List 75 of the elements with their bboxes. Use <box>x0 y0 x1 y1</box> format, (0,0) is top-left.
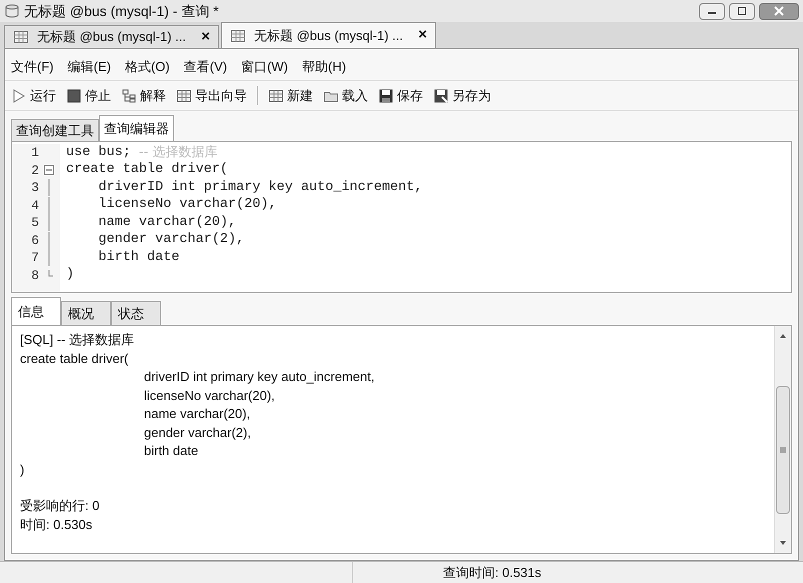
tab-label: 无标题 @bus (mysql-1) ... <box>37 28 186 46</box>
document-tab[interactable]: 无标题 @bus (mysql-1) ... × <box>4 25 219 48</box>
tab-close-button[interactable]: × <box>201 26 210 48</box>
toolbar-button[interactable]: 保存 <box>378 86 423 106</box>
maximize-button[interactable] <box>729 2 755 20</box>
menu-item[interactable]: 窗口(W) <box>241 56 288 76</box>
message-line: create table driver( <box>20 350 128 367</box>
maximize-icon <box>736 5 748 17</box>
minimize-icon <box>708 12 716 14</box>
menu-item[interactable]: 编辑(E) <box>68 56 111 76</box>
table-icon <box>230 28 246 44</box>
scrollbar-thumb[interactable] <box>776 386 790 514</box>
close-icon <box>773 5 785 17</box>
message-line: name varchar(20), <box>144 405 250 422</box>
line-number: 2 <box>30 162 40 180</box>
message-line: 时间: 0.530s <box>20 516 92 533</box>
editor-tab[interactable]: 查询创建工具 <box>11 119 99 141</box>
menu-item[interactable]: 文件(F) <box>11 56 54 76</box>
menu-item[interactable]: 格式(O) <box>124 56 170 76</box>
code-line: licenseNo varchar(20), <box>97 196 277 214</box>
result-tab[interactable]: 信息 <box>11 297 61 325</box>
code-line: gender varchar(2), <box>97 231 244 250</box>
message-line: driverID int primary key auto_increment, <box>144 368 374 386</box>
menu-item[interactable]: 帮助(H) <box>302 56 346 76</box>
message-line: licenseNo varchar(20), <box>144 386 275 404</box>
menu-item[interactable]: 查看(V) <box>184 56 228 76</box>
document-tab[interactable]: 无标题 @bus (mysql-1) ... × <box>221 22 436 48</box>
window-title: 无标题 @bus (mysql-1) - 查询 * <box>24 2 219 21</box>
code-line: use bus; <box>66 144 132 162</box>
code-line: birth date <box>97 248 180 267</box>
query-time: 查询时间: 0.531s <box>443 564 542 582</box>
toolbar-button[interactable]: 解释 <box>121 86 166 106</box>
minimize-button[interactable] <box>699 2 725 20</box>
toolbar-button[interactable]: 新建 <box>268 86 313 106</box>
result-tab[interactable]: 状态 <box>111 301 161 325</box>
fold-toggle-icon[interactable] <box>44 165 54 176</box>
line-number: 7 <box>30 249 40 267</box>
message-line: ) <box>20 460 24 478</box>
line-number: 4 <box>30 196 40 214</box>
message-line: 受影响的行: 0 <box>20 497 100 514</box>
scroll-down-icon[interactable] <box>779 539 787 547</box>
result-tab[interactable]: 概况 <box>61 301 111 325</box>
code-line: driverID int primary key auto_increment, <box>97 178 422 197</box>
play-icon <box>11 88 27 104</box>
toolbar-button[interactable]: 运行 <box>11 86 56 106</box>
table-icon <box>268 88 284 104</box>
table-icon <box>13 29 29 45</box>
line-number: 3 <box>30 179 40 197</box>
table-icon <box>176 88 192 104</box>
toolbar-button[interactable]: 停止 <box>66 86 111 106</box>
line-number: 1 <box>30 144 40 162</box>
scroll-up-icon[interactable] <box>779 332 787 340</box>
toolbar-button[interactable]: 另存为 <box>433 86 491 106</box>
code-line: name varchar(20), <box>97 214 236 232</box>
line-number: 8 <box>30 266 40 284</box>
line-number: 6 <box>30 232 40 250</box>
grip-icon <box>780 447 786 453</box>
vertical-scrollbar[interactable] <box>774 326 791 553</box>
line-number: 5 <box>30 214 40 232</box>
message-line: gender varchar(2), <box>144 424 251 441</box>
database-icon <box>4 3 20 19</box>
message-line: [SQL] -- 选择数据库 <box>20 331 134 348</box>
toolbar-button[interactable]: 载入 <box>323 86 368 106</box>
editor-tab[interactable]: 查询编辑器 <box>99 115 174 141</box>
code-comment: -- 选择数据库 <box>138 144 218 162</box>
stop-icon <box>66 88 82 104</box>
close-button[interactable] <box>759 2 799 20</box>
toolbar-button[interactable]: 导出向导 <box>176 86 247 106</box>
tab-close-button[interactable]: × <box>418 24 427 47</box>
message-line: birth date <box>144 442 198 460</box>
tab-label: 无标题 @bus (mysql-1) ... <box>254 26 403 45</box>
tree-icon <box>121 88 137 104</box>
code-line: create table driver( <box>66 161 228 180</box>
code-line: ) <box>66 266 74 284</box>
code-editor[interactable]: 1 2 3 4 5 6 7 8 use bus; -- 选择数据库 create table driver( driverID int primary key auto_increment, licenseNo varchar(20), name varchar(20), gender varchar(2), birth date ) <box>11 141 792 293</box>
